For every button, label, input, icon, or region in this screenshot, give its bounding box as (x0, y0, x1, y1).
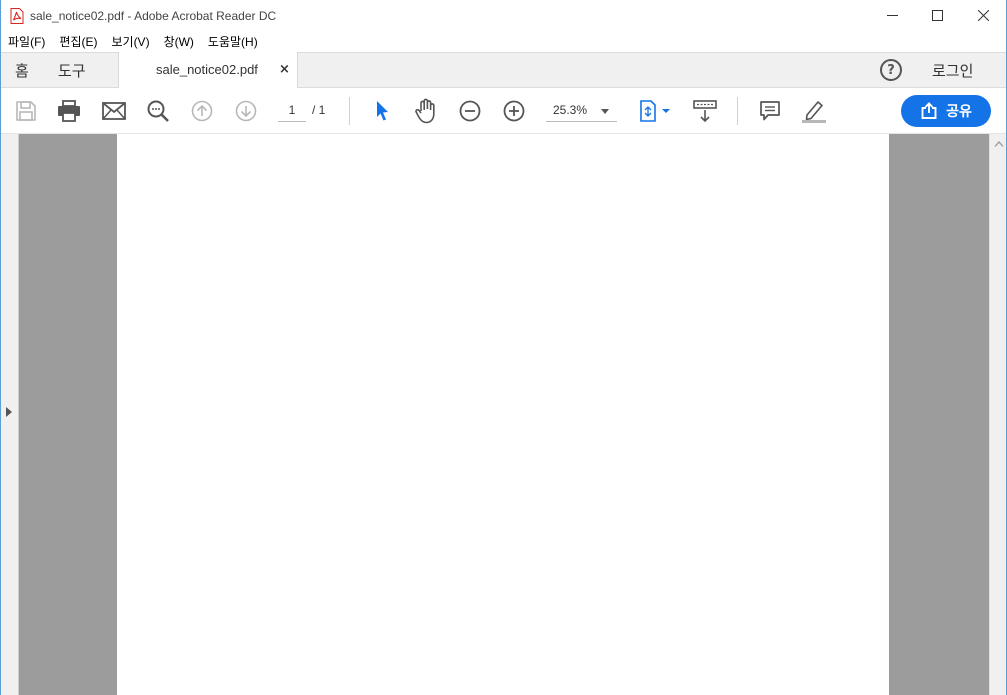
menu-view[interactable]: 보기(V) (104, 33, 156, 50)
fit-page-button[interactable] (638, 98, 672, 124)
email-icon (102, 102, 126, 120)
maximize-button[interactable] (914, 0, 960, 31)
share-label: 공유 (946, 104, 972, 120)
share-icon (921, 102, 937, 119)
document-area (0, 134, 1007, 695)
next-page-button[interactable] (233, 98, 259, 124)
chevron-right-icon (6, 407, 12, 417)
minimize-button[interactable] (869, 0, 915, 31)
tab-close-button[interactable]: × (279, 62, 290, 77)
comment-button[interactable] (757, 98, 783, 124)
login-button[interactable]: 로그인 (932, 60, 973, 81)
print-button[interactable] (56, 98, 82, 124)
save-button[interactable] (13, 98, 39, 124)
cursor-icon (377, 101, 388, 121)
hand-tool-button[interactable] (413, 98, 439, 124)
zoom-dropdown[interactable]: 25.3% (546, 100, 617, 122)
print-icon (58, 100, 80, 122)
vertical-scrollbar[interactable] (989, 134, 1007, 695)
acrobat-app-icon (10, 7, 24, 24)
comment-icon (760, 101, 780, 121)
chevron-down-icon (601, 109, 609, 114)
hand-icon (415, 98, 435, 124)
menu-file[interactable]: 파일(F) (0, 33, 52, 50)
window-border (0, 0, 1, 695)
email-button[interactable] (101, 98, 127, 124)
tab-document[interactable]: sale_notice02.pdf × (118, 52, 298, 89)
search-icon (147, 100, 169, 122)
menu-window[interactable]: 창(W) (157, 33, 201, 50)
arrow-down-circle-icon (235, 100, 257, 122)
highlight-pen-icon (802, 101, 826, 123)
tab-tools[interactable]: 도구 (58, 60, 86, 81)
left-panel-toggle[interactable] (0, 134, 19, 695)
zoom-out-button[interactable] (457, 98, 483, 124)
fit-page-icon (640, 100, 670, 122)
close-window-button[interactable] (960, 0, 1006, 31)
pasteboard-left (19, 134, 117, 695)
minimize-icon (886, 15, 898, 16)
toolbar: 1 / 1 25.3% 공유 (0, 88, 1007, 134)
plus-circle-icon (503, 100, 525, 122)
menu-help[interactable]: 도움말(H) (201, 33, 265, 50)
scroll-mode-icon (693, 100, 717, 123)
menu-edit[interactable]: 편집(E) (52, 33, 104, 50)
pdf-page[interactable] (117, 134, 889, 695)
help-button[interactable]: ? (880, 59, 902, 81)
arrow-up-circle-icon (191, 100, 213, 122)
title-bar: sale_notice02.pdf - Adobe Acrobat Reader… (0, 0, 1007, 31)
window-title: sale_notice02.pdf - Adobe Acrobat Reader… (30, 8, 277, 23)
zoom-value: 25.3% (553, 103, 588, 117)
toolbar-divider (737, 97, 738, 125)
tab-home[interactable]: 홈 (15, 60, 29, 81)
minus-circle-icon (459, 100, 481, 122)
maximize-icon (931, 10, 943, 21)
previous-page-button[interactable] (189, 98, 215, 124)
highlight-button[interactable] (801, 98, 827, 124)
scroll-mode-button[interactable] (692, 98, 718, 124)
menu-bar: 파일(F) 편집(E) 보기(V) 창(W) 도움말(H) (0, 31, 1007, 52)
toolbar-divider (349, 97, 350, 125)
zoom-in-button[interactable] (501, 98, 527, 124)
page-total: / 1 (312, 103, 326, 117)
select-tool-button[interactable] (369, 98, 395, 124)
tab-bar: 홈 도구 sale_notice02.pdf × ? 로그인 (0, 52, 1007, 89)
page-number-input[interactable]: 1 (278, 100, 306, 122)
share-button[interactable]: 공유 (901, 95, 991, 127)
tab-document-label: sale_notice02.pdf (156, 62, 258, 77)
save-icon (16, 101, 36, 121)
pasteboard-right (889, 134, 989, 695)
chevron-up-icon[interactable] (994, 140, 1004, 148)
close-icon (977, 10, 989, 21)
search-button[interactable] (145, 98, 171, 124)
